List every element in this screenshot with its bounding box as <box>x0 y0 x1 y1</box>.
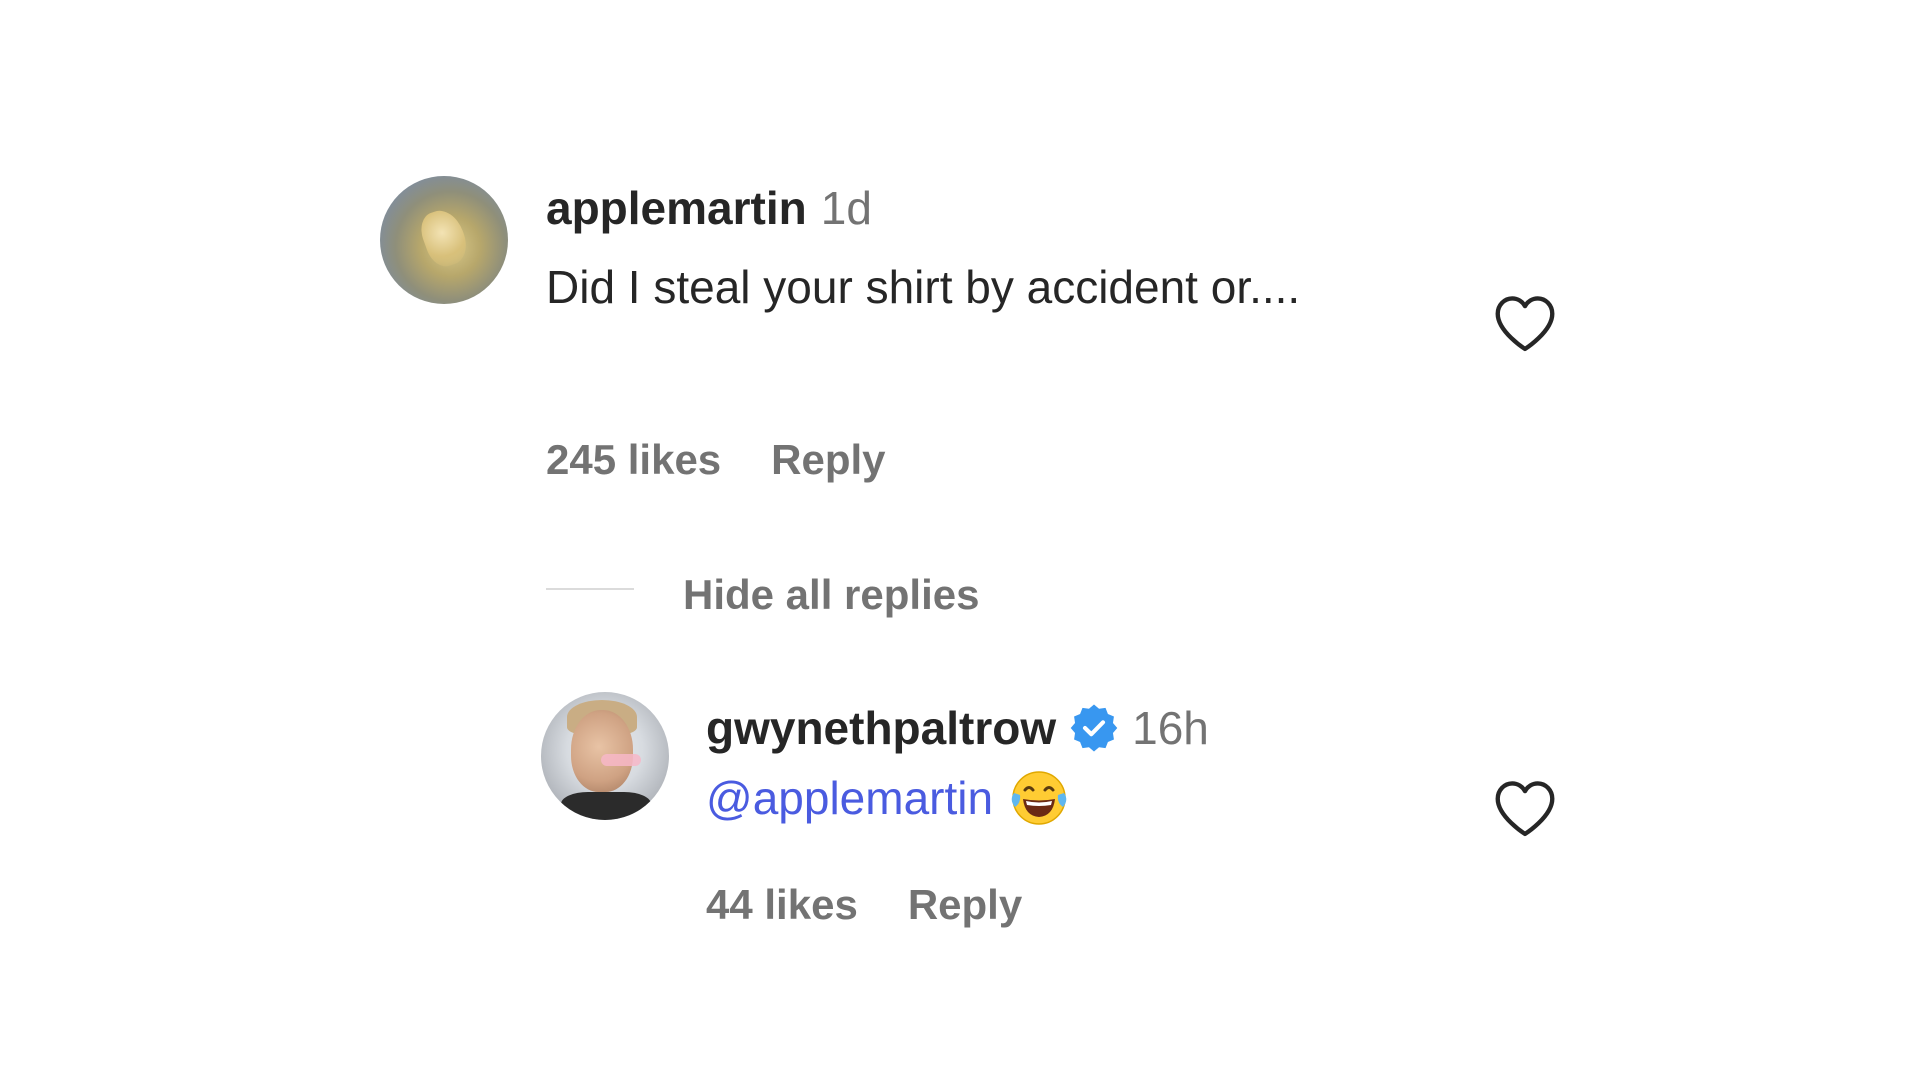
verified-badge-icon <box>1070 704 1118 752</box>
username-link[interactable]: applemartin <box>546 182 807 234</box>
reply-time[interactable]: 16h <box>1132 702 1209 754</box>
heart-icon[interactable] <box>1492 778 1558 838</box>
avatar-gwynethpaltrow[interactable] <box>541 692 669 820</box>
avatar-face <box>571 710 633 792</box>
reply-actions: 44 likes Reply <box>706 880 1022 930</box>
mention-link[interactable]: @applemartin <box>706 772 993 824</box>
avatar-figure <box>415 204 473 272</box>
avatar-applemartin[interactable] <box>380 176 508 304</box>
likes-count[interactable]: 245 likes <box>546 436 721 483</box>
reply-text: @applemartin <box>706 770 1071 834</box>
comment-actions: 245 likes Reply <box>546 435 886 485</box>
comment-header: applemartin 1d <box>546 180 872 236</box>
reply-header: gwynethpaltrow 16h <box>706 700 1209 756</box>
face-with-tears-of-joy-icon <box>1011 771 1067 825</box>
replies-divider <box>546 588 634 590</box>
comment-time[interactable]: 1d <box>821 182 872 234</box>
likes-count[interactable]: 44 likes <box>706 881 858 928</box>
avatar-shirt <box>561 792 651 820</box>
hide-replies-button[interactable]: Hide all replies <box>683 570 979 620</box>
comment-text: Did I steal your shirt by accident or...… <box>546 261 1301 313</box>
reply-button[interactable]: Reply <box>771 436 885 483</box>
comments-thread: applemartin 1d Did I steal your shirt by … <box>0 0 1920 1080</box>
heart-icon[interactable] <box>1492 293 1558 353</box>
avatar-neon-sign <box>601 754 641 766</box>
reply-button[interactable]: Reply <box>908 881 1022 928</box>
username-link[interactable]: gwynethpaltrow <box>706 702 1056 754</box>
